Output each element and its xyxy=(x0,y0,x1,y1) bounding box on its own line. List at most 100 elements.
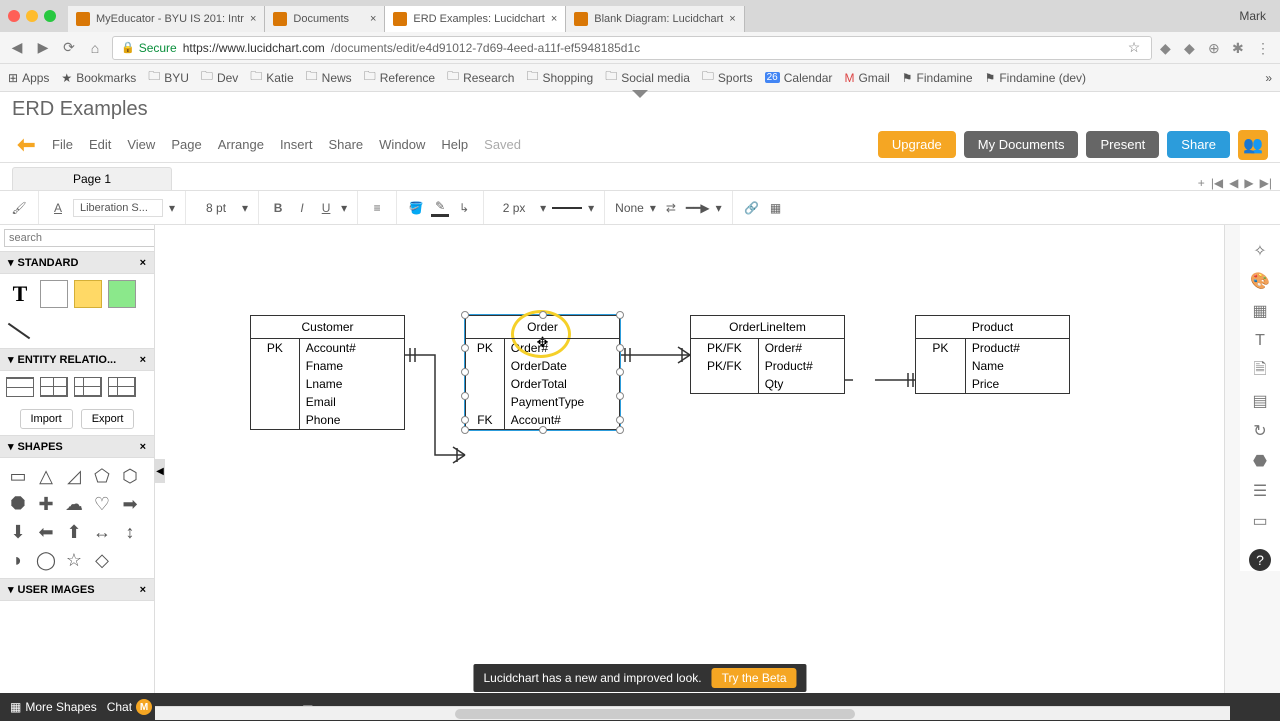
share-button[interactable]: Share xyxy=(1167,131,1230,158)
upgrade-button[interactable]: Upgrade xyxy=(878,131,956,158)
menu-arrange[interactable]: Arrange xyxy=(218,137,264,152)
bookmark-folder[interactable]: 🗀 Dev xyxy=(201,67,238,88)
close-panel-icon[interactable]: × xyxy=(140,441,146,453)
try-beta-button[interactable]: Try the Beta xyxy=(712,668,797,688)
bookmark-folder[interactable]: 🗀 News xyxy=(306,67,352,88)
entity-orderlineitem[interactable]: OrderLineItem PK/FKOrder# PK/FKProduct# … xyxy=(690,315,845,394)
shape-arrow-right[interactable]: ➡ xyxy=(118,492,142,516)
selection-handle[interactable] xyxy=(461,392,469,400)
3d-icon[interactable]: ⬣ xyxy=(1250,451,1270,471)
bookmark-item[interactable]: ⚑ Findamine xyxy=(902,71,973,85)
arrow-end-select[interactable]: ━━▶ xyxy=(686,201,710,215)
selection-handle[interactable] xyxy=(461,311,469,319)
panel-header-standard[interactable]: ▾STANDARD× xyxy=(0,251,154,274)
theme-icon[interactable]: 🎨 xyxy=(1250,271,1270,291)
entity-product[interactable]: Product PKProduct# Name Price xyxy=(915,315,1070,394)
present-panel-icon[interactable]: ▭ xyxy=(1250,511,1270,531)
shape-cloud[interactable]: ☁ xyxy=(62,492,86,516)
text-style-dropdown-icon[interactable]: ▾ xyxy=(341,201,347,215)
grid-icon[interactable]: ▦ xyxy=(1250,301,1270,321)
arrow-start-dropdown-icon[interactable]: ▾ xyxy=(650,201,656,215)
canvas-page[interactable]: ◀ Customer PKAccount# xyxy=(155,225,1225,693)
menu-file[interactable]: File xyxy=(52,137,73,152)
horizontal-scrollbar[interactable] xyxy=(155,706,1230,720)
close-window-button[interactable] xyxy=(8,10,20,22)
collapse-icon[interactable]: ▾ xyxy=(8,583,14,596)
shape-hexagon[interactable]: ⬡ xyxy=(118,464,142,488)
block-shape[interactable] xyxy=(108,280,136,308)
shape-octagon[interactable]: ⯃ xyxy=(6,492,30,516)
minimize-window-button[interactable] xyxy=(26,10,38,22)
text-shape[interactable]: T xyxy=(6,280,34,308)
italic-button[interactable]: I xyxy=(293,199,311,217)
font-size-input[interactable]: 8 pt xyxy=(196,201,236,215)
fill-color-icon[interactable]: 🪣 xyxy=(407,199,425,217)
erd-shape-keyed[interactable] xyxy=(74,377,102,397)
arrow-end-dropdown-icon[interactable]: ▾ xyxy=(716,201,722,215)
selection-handle[interactable] xyxy=(616,392,624,400)
my-documents-button[interactable]: My Documents xyxy=(964,131,1079,158)
metrics-icon[interactable]: ▤ xyxy=(1250,391,1270,411)
reload-button[interactable]: ⟳ xyxy=(60,39,78,56)
underline-button[interactable]: U xyxy=(317,199,335,217)
close-panel-icon[interactable]: × xyxy=(140,584,146,596)
import-button[interactable]: Import xyxy=(20,409,73,429)
layers-icon[interactable]: ☰ xyxy=(1250,481,1270,501)
text-color-icon[interactable]: A xyxy=(49,199,67,217)
shape-arrow-up[interactable]: ⬆ xyxy=(62,520,86,544)
close-panel-icon[interactable]: × xyxy=(140,354,146,366)
browser-tab-active[interactable]: ERD Examples: Lucidchart× xyxy=(385,6,566,32)
bookmark-star-icon[interactable]: ☆ xyxy=(1125,39,1143,56)
export-button[interactable]: Export xyxy=(81,409,135,429)
line-width-stepper-icon[interactable]: ▾ xyxy=(540,201,546,215)
prev-page-icon[interactable]: ◀ xyxy=(1229,176,1238,190)
link-icon[interactable]: 🔗 xyxy=(743,199,761,217)
extension-icon[interactable]: ◆ xyxy=(1160,40,1176,56)
selection-handle[interactable] xyxy=(461,416,469,424)
align-icon[interactable]: ≡ xyxy=(368,199,386,217)
font-family-select[interactable]: Liberation S... xyxy=(73,199,163,217)
collapse-panel-icon[interactable]: ◀ xyxy=(155,459,165,483)
line-style-dropdown-icon[interactable]: ▾ xyxy=(588,201,594,215)
shape-arrow-down[interactable]: ⬇ xyxy=(6,520,30,544)
shape-arrow-left[interactable]: ⬅ xyxy=(34,520,58,544)
menu-view[interactable]: View xyxy=(127,137,155,152)
panel-header-entity[interactable]: ▾ENTITY RELATIO...× xyxy=(0,348,154,371)
menu-page[interactable]: Page xyxy=(171,137,201,152)
lucidchart-logo-icon[interactable] xyxy=(12,131,40,159)
help-icon[interactable]: ? xyxy=(1249,549,1271,571)
browser-tab[interactable]: Documents× xyxy=(265,6,385,32)
page-tab[interactable]: Page 1 xyxy=(12,167,172,190)
chrome-profile-name[interactable]: Mark xyxy=(1239,9,1272,23)
line-shape[interactable] xyxy=(6,314,34,342)
add-layer-icon[interactable]: ▦ xyxy=(767,199,785,217)
home-button[interactable]: ⌂ xyxy=(86,40,104,56)
selection-handle[interactable] xyxy=(616,416,624,424)
bookmark-folder[interactable]: 🗀 Katie xyxy=(250,67,293,88)
shape-callout[interactable]: ◗ xyxy=(6,548,30,572)
font-size-stepper-icon[interactable]: ▾ xyxy=(242,201,248,215)
collapse-icon[interactable]: ▾ xyxy=(8,440,14,453)
shape-cross[interactable]: ✚ xyxy=(34,492,58,516)
entity-order[interactable]: ✥ Order PKOrder# OrderDate OrderTotal Pa… xyxy=(465,315,620,430)
panel-header-user-images[interactable]: ▾USER IMAGES× xyxy=(0,578,154,601)
page-panel-icon[interactable]: 🗎 xyxy=(1250,361,1270,381)
browser-tab[interactable]: Blank Diagram: Lucidchart× xyxy=(566,6,744,32)
selection-handle[interactable] xyxy=(616,344,624,352)
selection-handle[interactable] xyxy=(461,344,469,352)
arrow-start-select[interactable]: None xyxy=(615,201,644,215)
selection-handle[interactable] xyxy=(539,311,547,319)
bold-button[interactable]: B xyxy=(269,199,287,217)
line-options-icon[interactable]: ↳ xyxy=(455,199,473,217)
line-style-sample[interactable] xyxy=(552,207,582,209)
shape-search-input[interactable] xyxy=(4,229,155,247)
menu-insert[interactable]: Insert xyxy=(280,137,313,152)
collapse-header-icon[interactable] xyxy=(632,90,648,98)
shape-arrow-bi-h[interactable]: ↔ xyxy=(90,520,114,544)
maximize-window-button[interactable] xyxy=(44,10,56,22)
erd-shape-2col[interactable] xyxy=(40,377,68,397)
panel-header-shapes[interactable]: ▾SHAPES× xyxy=(0,435,154,458)
bookmark-folder[interactable]: 🗀 Social media xyxy=(605,67,690,88)
shape-pentagon[interactable]: ⬠ xyxy=(90,464,114,488)
extension-icon[interactable]: ◆ xyxy=(1184,40,1200,56)
